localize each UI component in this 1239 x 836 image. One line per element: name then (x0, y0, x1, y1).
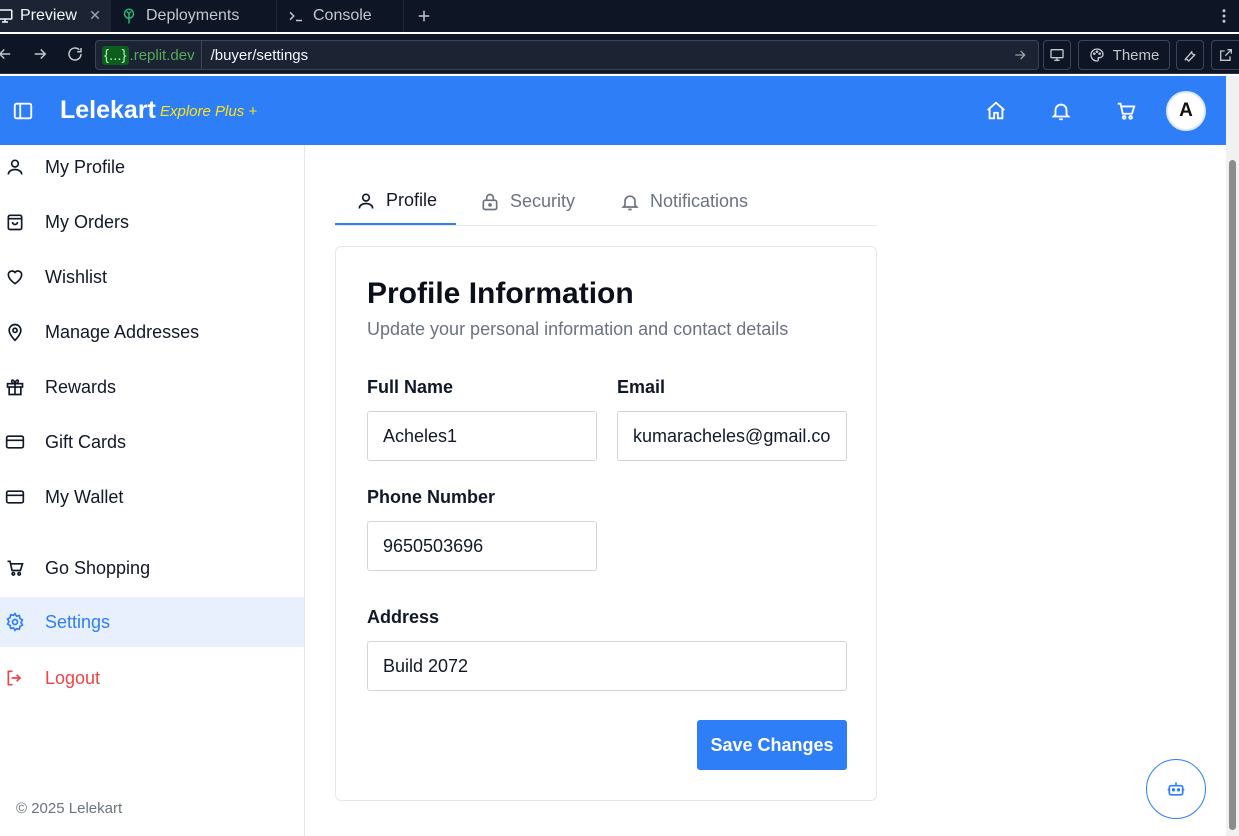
sidebar-item-label: My Orders (45, 211, 130, 232)
tab-profile[interactable]: Profile (335, 178, 456, 225)
more-vertical-icon[interactable] (1215, 7, 1233, 25)
sidebar-item-label: My Profile (45, 156, 126, 177)
wallet-icon (5, 490, 25, 504)
theme-button[interactable]: Theme (1078, 40, 1170, 70)
settings-tabs: Profile Security Notifications (335, 178, 877, 226)
gear-icon (6, 612, 24, 632)
tab-deployments-label: Deployments (146, 7, 240, 24)
sidebar-item-label: Gift Cards (45, 431, 127, 452)
cart-icon[interactable] (1115, 100, 1137, 122)
scrollbar-thumb[interactable] (1229, 160, 1236, 830)
bell-icon (621, 194, 639, 210)
gift-icon (6, 379, 24, 396)
sidebar-item-label: Wishlist (45, 266, 107, 287)
address-input[interactable]: {...} .replit.dev /buyer/settings (95, 40, 1039, 70)
sidebar-item-gift-cards[interactable]: Gift Cards (0, 417, 304, 467)
device-preview-button[interactable] (1043, 40, 1071, 70)
app-header: Lelekart Explore Plus + A (0, 76, 1226, 145)
refresh-icon[interactable] (66, 45, 84, 63)
tab-console[interactable]: Console (277, 0, 404, 32)
url-domain: {...} .replit.dev (96, 41, 202, 69)
new-tab-button[interactable] (404, 0, 444, 32)
avatar[interactable]: A (1166, 91, 1206, 131)
monitor-icon (1050, 49, 1064, 61)
heart-icon (7, 270, 23, 285)
email-label: Email (617, 377, 666, 397)
sidebar-item-my-wallet[interactable]: My Wallet (0, 472, 304, 522)
url-domain-brace: {...} (102, 45, 129, 65)
address-input[interactable] (367, 641, 847, 691)
url-path: /buyer/settings (210, 46, 309, 64)
open-new-tab-button[interactable] (1211, 40, 1239, 70)
tab-notifications[interactable]: Notifications (620, 178, 748, 225)
sidebar-toggle-icon[interactable] (12, 100, 34, 122)
cart-icon (7, 560, 24, 576)
user-icon (7, 159, 23, 175)
tab-notifications-label: Notifications (650, 191, 749, 211)
close-icon[interactable] (86, 6, 104, 24)
copyright: © 2025 Lelekart (16, 800, 123, 817)
tab-preview[interactable]: Preview (0, 0, 111, 32)
theme-button-label: Theme (1112, 46, 1160, 64)
url-bar: {...} .replit.dev /buyer/settings Theme (0, 34, 1239, 74)
home-icon[interactable] (985, 100, 1007, 122)
sidebar-item-label: Manage Addresses (45, 321, 200, 342)
brand-logo[interactable]: Lelekart (60, 96, 156, 125)
palette-icon (1089, 48, 1104, 62)
terminal-icon (289, 11, 302, 22)
page-scrollbar[interactable] (1226, 76, 1239, 836)
page-subtitle: Update your personal information and con… (367, 319, 789, 339)
deployments-icon (123, 8, 135, 24)
sidebar-item-wishlist[interactable]: Wishlist (0, 252, 304, 302)
full-name-input[interactable] (367, 411, 597, 461)
monitor-icon (0, 9, 13, 23)
back-arrow-icon[interactable] (0, 45, 14, 63)
sidebar-item-settings[interactable]: Settings (0, 597, 304, 647)
full-name-label: Full Name (367, 377, 454, 397)
credit-card-icon (5, 435, 25, 449)
sidebar: My Profile My Orders Wishlist Manage Add… (0, 145, 305, 836)
url-domain-text: .replit.dev (129, 46, 195, 64)
devtools-button[interactable] (1176, 40, 1204, 70)
tab-preview-label: Preview (20, 7, 77, 24)
page-title: Profile Information (367, 277, 634, 310)
sidebar-item-my-profile[interactable]: My Profile (0, 142, 304, 192)
wrench-icon (1184, 51, 1196, 62)
phone-input[interactable] (367, 521, 597, 571)
sidebar-item-go-shopping[interactable]: Go Shopping (0, 543, 304, 593)
tab-profile-label: Profile (386, 190, 438, 210)
bell-icon[interactable] (1050, 100, 1072, 122)
sidebar-item-label: Logout (45, 667, 101, 688)
go-arrow-icon[interactable] (1012, 47, 1028, 63)
phone-label: Phone Number (367, 487, 496, 507)
forward-arrow-icon[interactable] (31, 45, 49, 63)
sidebar-item-label: Rewards (45, 376, 117, 397)
shopping-bag-icon (7, 214, 23, 231)
tab-security-label: Security (510, 191, 576, 211)
sidebar-item-manage-addresses[interactable]: Manage Addresses (0, 307, 304, 357)
sidebar-item-logout[interactable]: Logout (0, 653, 304, 703)
user-icon (358, 193, 374, 209)
sidebar-item-my-orders[interactable]: My Orders (0, 197, 304, 247)
sidebar-item-label: Go Shopping (45, 557, 151, 578)
replit-tab-bar: Preview Deployments Console (0, 0, 1239, 32)
tab-console-label: Console (313, 7, 372, 24)
sidebar-item-label: My Wallet (45, 486, 124, 507)
external-link-icon (1219, 49, 1232, 61)
sidebar-item-rewards[interactable]: Rewards (0, 362, 304, 412)
plus-icon (418, 10, 430, 22)
logout-icon (7, 670, 22, 686)
lock-icon (482, 193, 498, 210)
address-label: Address (367, 607, 440, 627)
profile-card: Profile Information Update your personal… (335, 246, 877, 801)
save-changes-button[interactable]: Save Changes (697, 720, 847, 770)
tab-deployments[interactable]: Deployments (111, 0, 277, 32)
bot-icon (1167, 782, 1185, 796)
sidebar-item-label: Settings (45, 611, 111, 632)
tab-security[interactable]: Security (480, 178, 575, 225)
map-pin-icon (8, 323, 22, 342)
brand-tagline[interactable]: Explore Plus + (160, 103, 257, 120)
email-input[interactable] (617, 411, 847, 461)
chatbot-button[interactable] (1146, 759, 1206, 819)
